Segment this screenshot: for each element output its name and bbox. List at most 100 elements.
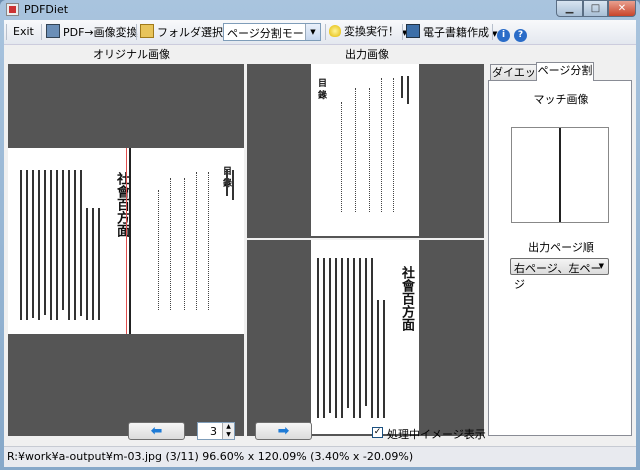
folder-icon (140, 24, 154, 38)
toc-heading-image: 目 錄 (316, 78, 326, 100)
pdf-to-image-button[interactable]: PDF→画像変換 (46, 24, 138, 40)
mode-value: ページ分割モード (227, 27, 315, 40)
mode-select[interactable]: ページ分割モード ▼ (223, 23, 321, 41)
info-icon: i (497, 29, 510, 42)
toolbar-grip (6, 24, 7, 40)
text-column (20, 170, 22, 320)
text-column (383, 300, 385, 418)
toolbar: Exit PDF→画像変換 フォルダ選択 ページ分割モード ▼ 変換実行！ ▼ 電… (4, 20, 636, 45)
toc-leader (393, 78, 394, 212)
output-image-label: 出力画像 (345, 48, 389, 61)
text-column (74, 170, 76, 320)
text-column (359, 258, 361, 418)
book-spine (129, 148, 131, 334)
exit-label: Exit (13, 25, 34, 38)
output-page-image: 社會百方面 (311, 240, 419, 434)
chevron-down-icon[interactable]: ▼ (305, 24, 320, 40)
toolbar-separator (325, 24, 326, 40)
spin-up-icon[interactable]: ▲ (222, 423, 234, 431)
output-image-preview-top[interactable]: 目 錄 (247, 64, 484, 238)
text-column (68, 170, 70, 320)
text-column (329, 258, 331, 413)
toolbar-separator (41, 24, 42, 40)
page-order-label: 出力ページ順 (528, 241, 594, 254)
page-order-select[interactable]: 右ページ、左ページ ▼ (510, 258, 609, 291)
text-column (317, 258, 319, 418)
toc-leader (208, 172, 209, 310)
close-button[interactable]: ✕ (608, 0, 636, 17)
text-column (98, 208, 100, 320)
output-image-preview-bottom[interactable]: 社會百方面 (247, 240, 484, 436)
match-image-label: マッチ画像 (533, 93, 589, 106)
text-column (365, 258, 367, 406)
chevron-down-icon: ▼ (598, 262, 604, 270)
convert-button[interactable]: 変換実行！ ▼ (329, 24, 407, 40)
original-image-label: オリジナル画像 (93, 48, 170, 61)
tab-page-split-label: ページ分割 (537, 64, 593, 77)
app-icon (6, 3, 19, 16)
maximize-button[interactable]: □ (583, 0, 608, 17)
text-column (226, 170, 228, 196)
match-spine-line (559, 128, 561, 222)
pdf-to-image-label: PDF→画像変換 (63, 26, 138, 39)
text-column (323, 258, 325, 418)
page-number-value: 3 (210, 425, 217, 438)
text-column (26, 170, 28, 320)
title-bar[interactable]: PDFDiet ▁ □ ✕ (0, 0, 640, 20)
client-area: Exit PDF→画像変換 フォルダ選択 ページ分割モード ▼ 変換実行！ ▼ 電… (4, 20, 636, 467)
help-icon: ? (514, 29, 527, 42)
original-image-preview[interactable]: 社會百方面 目 錄 (8, 64, 244, 436)
tab-diet[interactable]: ダイエット (490, 64, 538, 94)
image-icon (46, 24, 60, 38)
show-processing-checkbox[interactable]: ✓ (372, 427, 383, 438)
prev-page-button[interactable]: ⬅ (128, 422, 185, 440)
info-button[interactable]: i (497, 24, 513, 42)
ebook-icon (406, 24, 420, 38)
next-page-button[interactable]: ➡ (255, 422, 312, 440)
text-column (335, 258, 337, 418)
help-button[interactable]: ? (514, 24, 530, 42)
text-column (92, 208, 94, 320)
toc-leader (170, 178, 171, 310)
toc-leader (381, 78, 382, 212)
folder-select-label: フォルダ選択 (157, 26, 223, 39)
tab-page-split[interactable]: ページ分割 (536, 62, 594, 81)
convert-label: 変換実行！ (344, 25, 399, 38)
original-page-image: 社會百方面 目 錄 (8, 148, 244, 334)
minimize-button[interactable]: ▁ (556, 0, 583, 17)
text-column (401, 76, 403, 98)
text-column (56, 170, 58, 320)
arrow-left-icon: ⬅ (150, 423, 163, 439)
ebook-button[interactable]: 電子書籍作成 ▼ (406, 24, 497, 40)
tab-content: マッチ画像 出力ページ順 右ページ、左ページ ▼ (488, 80, 632, 436)
toc-leader (184, 178, 185, 310)
output-page-image: 目 錄 (311, 64, 419, 236)
toolbar-separator (492, 24, 493, 40)
split-line (126, 148, 127, 334)
text-column (62, 170, 64, 310)
text-column (86, 208, 88, 320)
app-window: PDFDiet ▁ □ ✕ Exit PDF→画像変換 フォルダ選択 ページ分割… (0, 0, 640, 470)
toc-leader (341, 102, 342, 212)
text-column (353, 258, 355, 418)
text-column (44, 170, 46, 315)
text-column (38, 170, 40, 320)
show-processing-label: 処理中イメージ表示 (387, 428, 486, 441)
exit-button[interactable]: Exit (13, 24, 34, 40)
arrow-right-icon: ➡ (277, 423, 290, 439)
text-column (407, 76, 409, 104)
folder-select-button[interactable]: フォルダ選択 (140, 24, 223, 40)
toc-leader (355, 88, 356, 212)
status-bar: R:¥work¥a-output¥m-03.jpg (3/11) 96.60% … (4, 446, 636, 467)
text-column (232, 170, 234, 200)
text-column (80, 170, 82, 316)
text-column (347, 258, 349, 408)
text-column (50, 170, 52, 320)
text-column (32, 170, 34, 318)
text-column (371, 258, 373, 418)
spin-down-icon[interactable]: ▼ (222, 431, 234, 439)
page-number-input[interactable]: 3 ▲ ▼ (197, 422, 235, 440)
toolbar-separator (136, 24, 137, 40)
toolbar-separator (402, 24, 403, 40)
status-text: R:¥work¥a-output¥m-03.jpg (3/11) 96.60% … (7, 450, 414, 463)
